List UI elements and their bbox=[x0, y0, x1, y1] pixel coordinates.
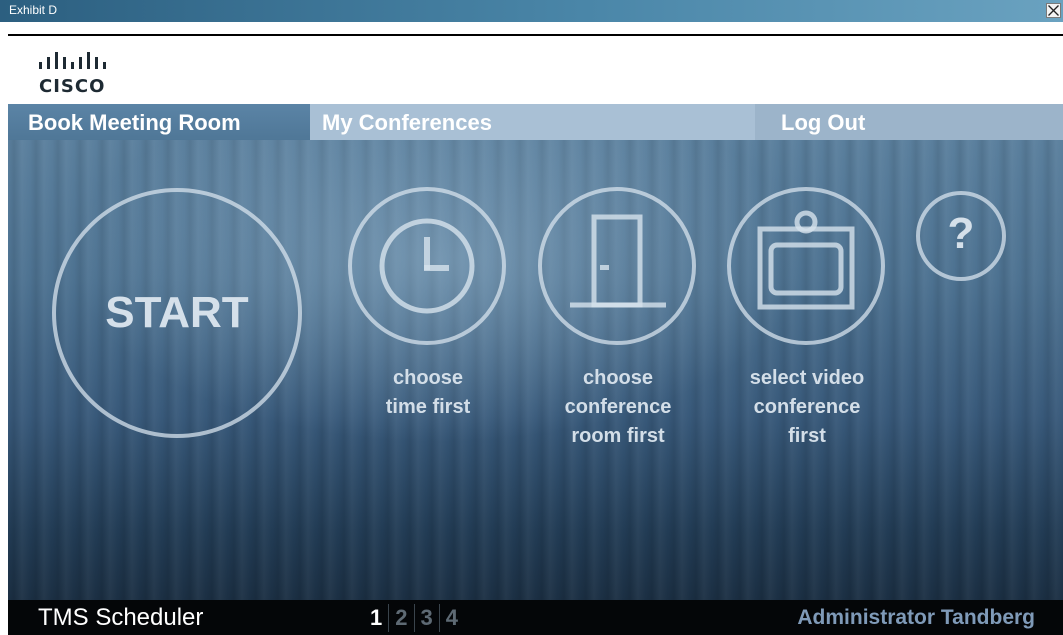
select-video-conference-first-button[interactable] bbox=[727, 187, 885, 345]
tab-book-meeting-room-label: Book Meeting Room bbox=[28, 110, 241, 135]
door-icon bbox=[570, 214, 666, 308]
cisco-wordmark: CISCO bbox=[39, 76, 106, 97]
caption-line: room first bbox=[571, 425, 665, 447]
caption-line: first bbox=[788, 425, 826, 447]
app-name: TMS Scheduler bbox=[38, 604, 204, 631]
select-video-conference-first-caption[interactable]: select video conference first bbox=[707, 364, 907, 451]
step-indicator: 1 2 3 4 bbox=[364, 602, 464, 633]
close-button[interactable] bbox=[1046, 3, 1061, 18]
close-icon bbox=[1048, 5, 1059, 16]
choose-time-first-button[interactable] bbox=[348, 187, 506, 345]
app-header: CISCO bbox=[8, 36, 1063, 104]
start-label: START bbox=[105, 288, 249, 337]
step-4[interactable]: 4 bbox=[438, 603, 464, 632]
caption-line: conference bbox=[753, 396, 861, 418]
choose-time-first-caption[interactable]: choose time first bbox=[328, 364, 528, 422]
video-endpoint-icon bbox=[757, 210, 855, 310]
booking-stage: START ? choose time first choose confere… bbox=[8, 140, 1063, 600]
cisco-bars-icon bbox=[39, 52, 106, 69]
tab-my-conferences[interactable]: My Conferences bbox=[322, 104, 722, 140]
tab-book-meeting-room[interactable]: Book Meeting Room bbox=[8, 104, 310, 140]
caption-line: time first bbox=[385, 396, 471, 418]
question-icon: ? bbox=[947, 209, 975, 258]
caption-line: conference bbox=[564, 396, 672, 418]
current-user: Administrator Tandberg bbox=[797, 606, 1035, 629]
step-2[interactable]: 2 bbox=[388, 603, 413, 632]
step-1[interactable]: 1 bbox=[364, 604, 388, 632]
choose-conference-room-first-caption[interactable]: choose conference room first bbox=[518, 364, 718, 451]
caption-line: choose bbox=[392, 367, 464, 389]
caption-line: choose bbox=[582, 367, 654, 389]
caption-line: select video bbox=[749, 367, 865, 389]
help-button[interactable]: ? bbox=[916, 191, 1006, 281]
clock-icon bbox=[379, 218, 475, 314]
status-footer: TMS Scheduler 1 2 3 4 Administrator Tand… bbox=[8, 600, 1063, 635]
step-3[interactable]: 3 bbox=[413, 603, 439, 632]
tab-log-out[interactable]: Log Out bbox=[755, 104, 1063, 140]
app-window: Exhibit D CISCO Log Out Book Meeting Roo… bbox=[0, 0, 1063, 635]
window-titlebar[interactable]: Exhibit D bbox=[0, 0, 1063, 22]
choose-conference-room-first-button[interactable] bbox=[538, 187, 696, 345]
start-button[interactable]: START bbox=[52, 188, 302, 438]
window-title: Exhibit D bbox=[9, 3, 58, 17]
